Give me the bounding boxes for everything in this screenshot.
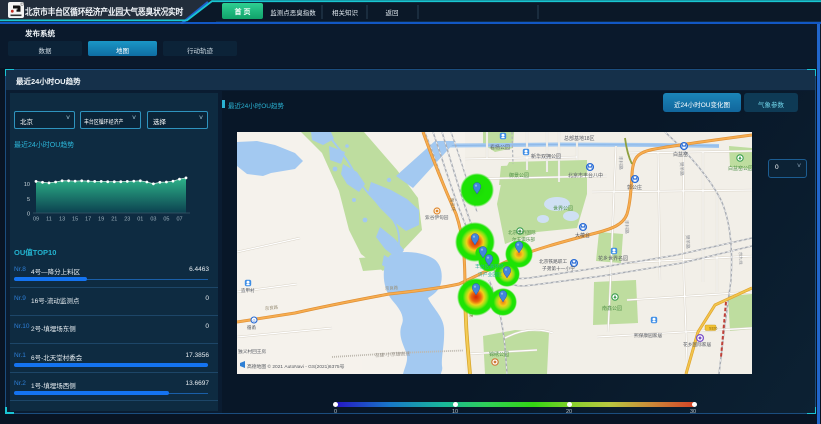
svg-text:白盆窑公园: 白盆窑公园 — [728, 165, 752, 172]
svg-text:5: 5 — [27, 197, 30, 203]
svg-text:21: 21 — [111, 217, 117, 223]
svg-text:11: 11 — [46, 217, 52, 223]
svg-text:世界公园: 世界公园 — [553, 205, 573, 212]
svg-text:北京华侨国际: 北京华侨国际 — [508, 229, 536, 236]
svg-text:看杨公园: 看杨公园 — [490, 144, 510, 151]
svg-text:23: 23 — [124, 217, 130, 223]
svg-text:03: 03 — [150, 217, 156, 223]
svg-text:循甬: 循甬 — [247, 324, 256, 331]
svg-text:19: 19 — [98, 217, 104, 223]
svg-text:13: 13 — [59, 217, 65, 223]
svg-text:子弟第十一小学: 子弟第十一小学 — [542, 265, 575, 272]
svg-text:总部基地18区: 总部基地18区 — [564, 135, 595, 142]
svg-text:10: 10 — [24, 182, 30, 188]
svg-text:造甲村: 造甲村 — [241, 287, 255, 294]
svg-text:09: 09 — [33, 217, 39, 223]
svg-text:白盆窑: 白盆窑 — [673, 151, 688, 158]
svg-text:01: 01 — [137, 217, 143, 223]
svg-text:花乡世界名园: 花乡世界名园 — [598, 255, 628, 262]
svg-text:济产业园区: 济产业园区 — [478, 271, 502, 278]
svg-text:熙保康园家居: 熙保康园家居 — [634, 332, 662, 339]
svg-text:御景公园: 御景公园 — [509, 172, 529, 179]
svg-text:独义村回王房: 独义村回王房 — [238, 348, 266, 355]
svg-text:锦绣公园: 锦绣公园 — [489, 351, 509, 358]
svg-text:高德地图 © 2021 AutoNavi - GS(2021: 高德地图 © 2021 AutoNavi - GS(2021)6375号 — [247, 363, 345, 370]
svg-text:17: 17 — [85, 217, 91, 223]
svg-text:S326: S326 — [709, 327, 717, 331]
svg-text:15: 15 — [72, 217, 78, 223]
svg-text:郭公庄: 郭公庄 — [627, 184, 642, 191]
svg-text:花乡国际家居: 花乡国际家居 — [683, 341, 711, 348]
svg-text:大葆台: 大葆台 — [575, 232, 590, 239]
svg-text:G: G — [252, 318, 255, 323]
svg-text:北京铁路职工: 北京铁路职工 — [539, 258, 567, 265]
svg-text:07: 07 — [176, 217, 182, 223]
svg-text:北京市丰台八中: 北京市丰台八中 — [568, 172, 603, 179]
svg-text:南鑫公园: 南鑫公园 — [602, 305, 622, 312]
svg-text:0: 0 — [27, 212, 30, 218]
svg-text:05: 05 — [163, 217, 169, 223]
svg-text:紫谷伊甸园: 紫谷伊甸园 — [425, 214, 449, 221]
svg-text:新华双拥公园: 新华双拥公园 — [531, 153, 561, 160]
